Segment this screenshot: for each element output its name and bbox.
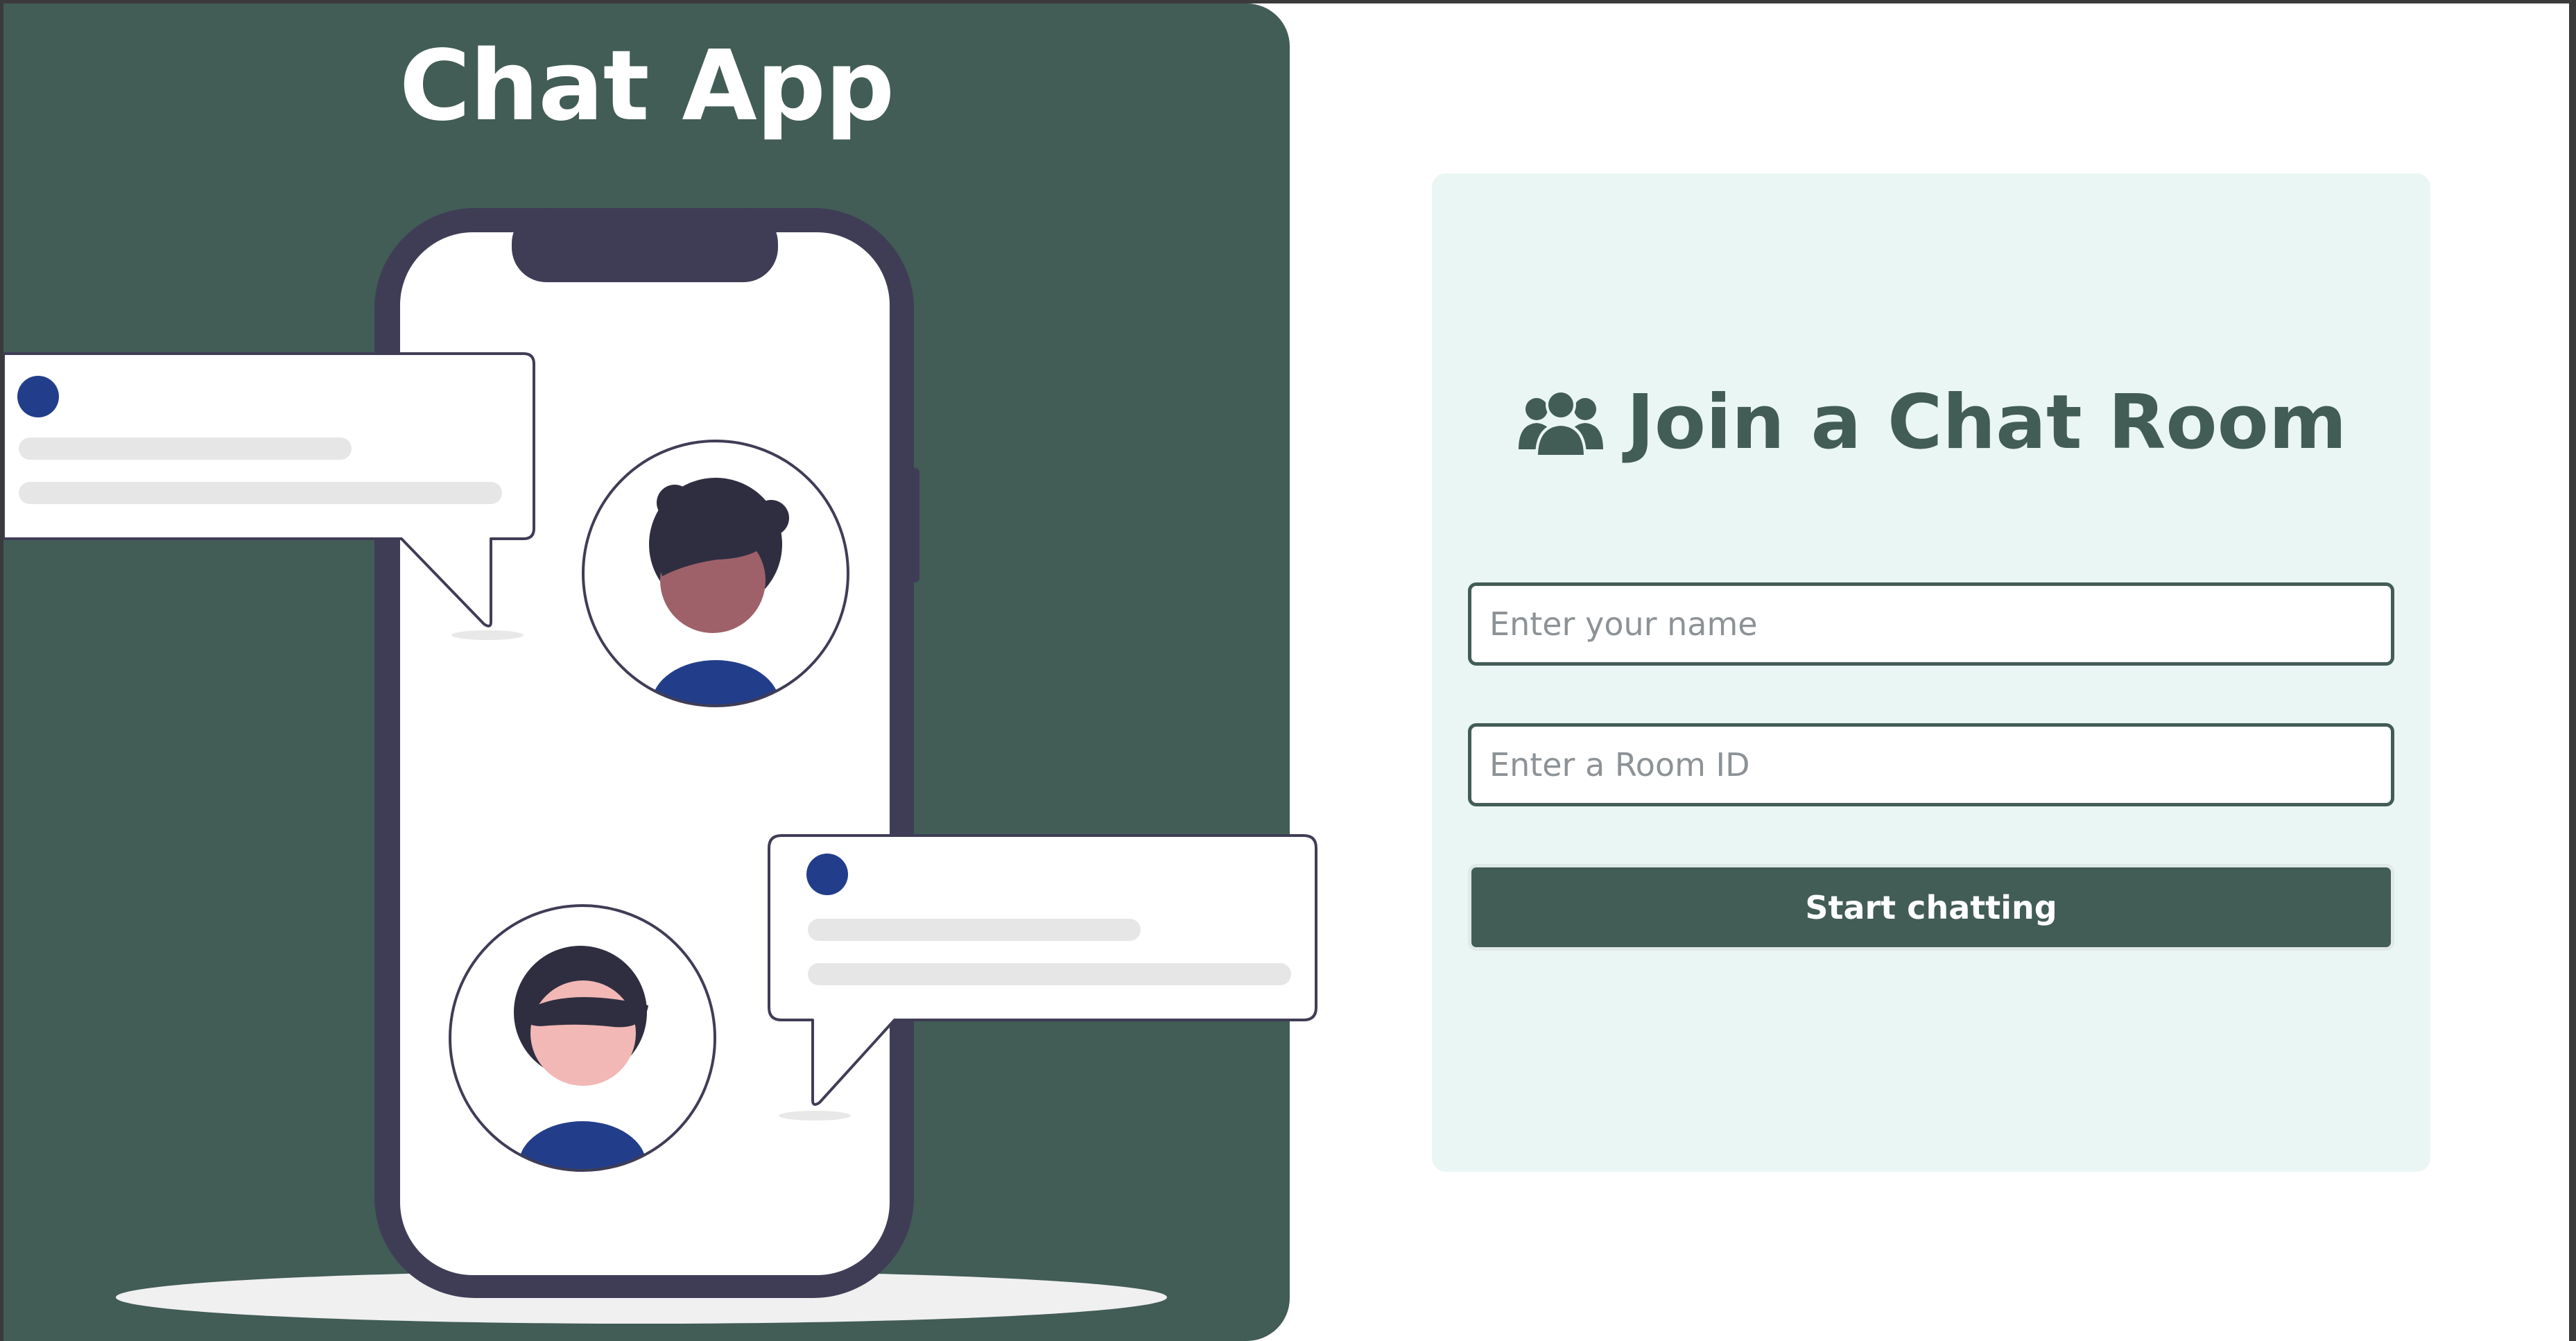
phone-chat-illustration: [3, 208, 1317, 1324]
card-title: Join a Chat Room: [1626, 379, 2347, 466]
room-id-input[interactable]: [1468, 723, 2394, 806]
app-window: Chat App Join a Chat Room Enter your nam…: [3, 3, 2569, 1341]
name-input[interactable]: [1468, 582, 2394, 666]
start-chatting-button[interactable]: Start chatting: [1468, 864, 2394, 951]
sender-dot-icon: [806, 854, 848, 895]
users-icon: [1518, 390, 1603, 458]
card-heading: Join a Chat Room: [1432, 367, 2430, 478]
sender-dot-icon: [17, 376, 59, 417]
join-room-card: Join a Chat Room Start chatting: [1432, 173, 2430, 1172]
